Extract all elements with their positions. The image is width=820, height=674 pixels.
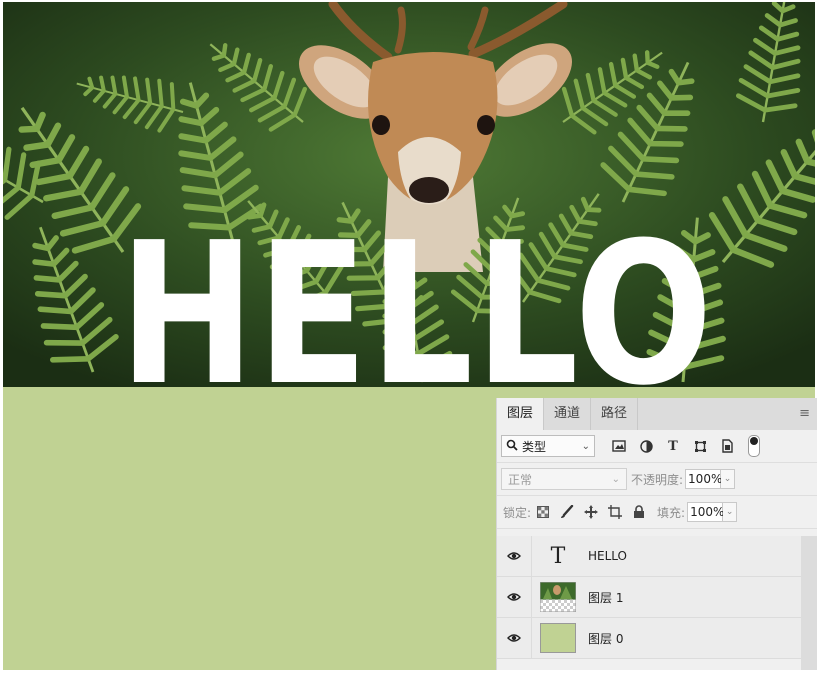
fill-chevron-icon[interactable]: ⌄ bbox=[723, 502, 738, 522]
search-icon bbox=[506, 439, 518, 454]
lock-position-icon[interactable] bbox=[583, 504, 599, 520]
type-filter-icon[interactable]: T bbox=[663, 437, 683, 455]
lock-artboard-icon[interactable] bbox=[607, 504, 623, 520]
lock-label: 锁定: bbox=[503, 505, 532, 520]
opacity-field[interactable]: 100% bbox=[685, 469, 722, 489]
fill-field[interactable]: 100% bbox=[687, 502, 724, 522]
shape-filter-icon[interactable] bbox=[690, 437, 710, 455]
layer-thumbnail bbox=[536, 582, 580, 612]
layers-panel: 图层 通道 路径 ≡ 类型 ⌄ T 正常 ⌄ 不透明度: 100% ⌄ 锁定: … bbox=[496, 398, 817, 670]
eye-icon[interactable] bbox=[497, 536, 532, 576]
chevron-down-icon: ⌄ bbox=[581, 440, 590, 452]
filter-toggle-icon[interactable] bbox=[748, 435, 760, 457]
chevron-down-icon: ⌄ bbox=[611, 473, 620, 485]
adjustment-filter-icon[interactable] bbox=[636, 437, 656, 455]
tab-channels[interactable]: 通道 bbox=[544, 398, 592, 430]
filter-kind-label: 类型 bbox=[522, 439, 547, 454]
layer-filter-row: 类型 ⌄ T bbox=[497, 430, 817, 463]
layer-name: 图层 0 bbox=[588, 631, 624, 646]
opacity-chevron-icon[interactable]: ⌄ bbox=[721, 469, 736, 489]
layer-name: 图层 1 bbox=[588, 590, 624, 605]
layers-list: T HELLO 图层 1 图层 0 bbox=[497, 536, 801, 659]
layer-row-hello[interactable]: T HELLO bbox=[497, 536, 801, 577]
lock-all-icon[interactable] bbox=[631, 504, 647, 520]
layer-thumbnail bbox=[536, 623, 580, 653]
panel-tabs: 图层 通道 路径 ≡ bbox=[497, 398, 817, 430]
blend-opacity-row: 正常 ⌄ 不透明度: 100% ⌄ bbox=[497, 463, 817, 496]
hello-text-layer: HELLO bbox=[119, 201, 715, 387]
layer-row-layer-0[interactable]: 图层 0 bbox=[497, 618, 801, 659]
eye-icon[interactable] bbox=[497, 618, 532, 658]
layer-row-layer-1[interactable]: 图层 1 bbox=[497, 577, 801, 618]
deer-photo-layer: HELLO bbox=[3, 2, 815, 387]
blend-mode-select[interactable]: 正常 ⌄ bbox=[501, 468, 627, 490]
tab-paths[interactable]: 路径 bbox=[591, 398, 639, 430]
layer-name: HELLO bbox=[588, 549, 627, 563]
text-layer-icon: T bbox=[550, 543, 566, 569]
fill-label: 填充: bbox=[657, 505, 686, 520]
opacity-label: 不透明度: bbox=[631, 472, 684, 487]
hamburger-icon[interactable]: ≡ bbox=[799, 398, 810, 430]
image-filter-icon[interactable] bbox=[609, 437, 629, 455]
lock-transparent-pixels-icon[interactable] bbox=[535, 504, 551, 520]
tab-layers[interactable]: 图层 bbox=[497, 398, 545, 430]
smart-object-filter-icon[interactable] bbox=[717, 437, 737, 455]
blend-mode-value: 正常 bbox=[508, 472, 533, 487]
lock-fill-row: 锁定: 填充: 100% ⌄ bbox=[497, 496, 817, 529]
lock-image-pixels-icon[interactable] bbox=[559, 504, 575, 520]
layers-scrollbar[interactable] bbox=[801, 536, 817, 670]
eye-icon[interactable] bbox=[497, 577, 532, 617]
filter-kind-select[interactable]: 类型 ⌄ bbox=[501, 435, 595, 457]
